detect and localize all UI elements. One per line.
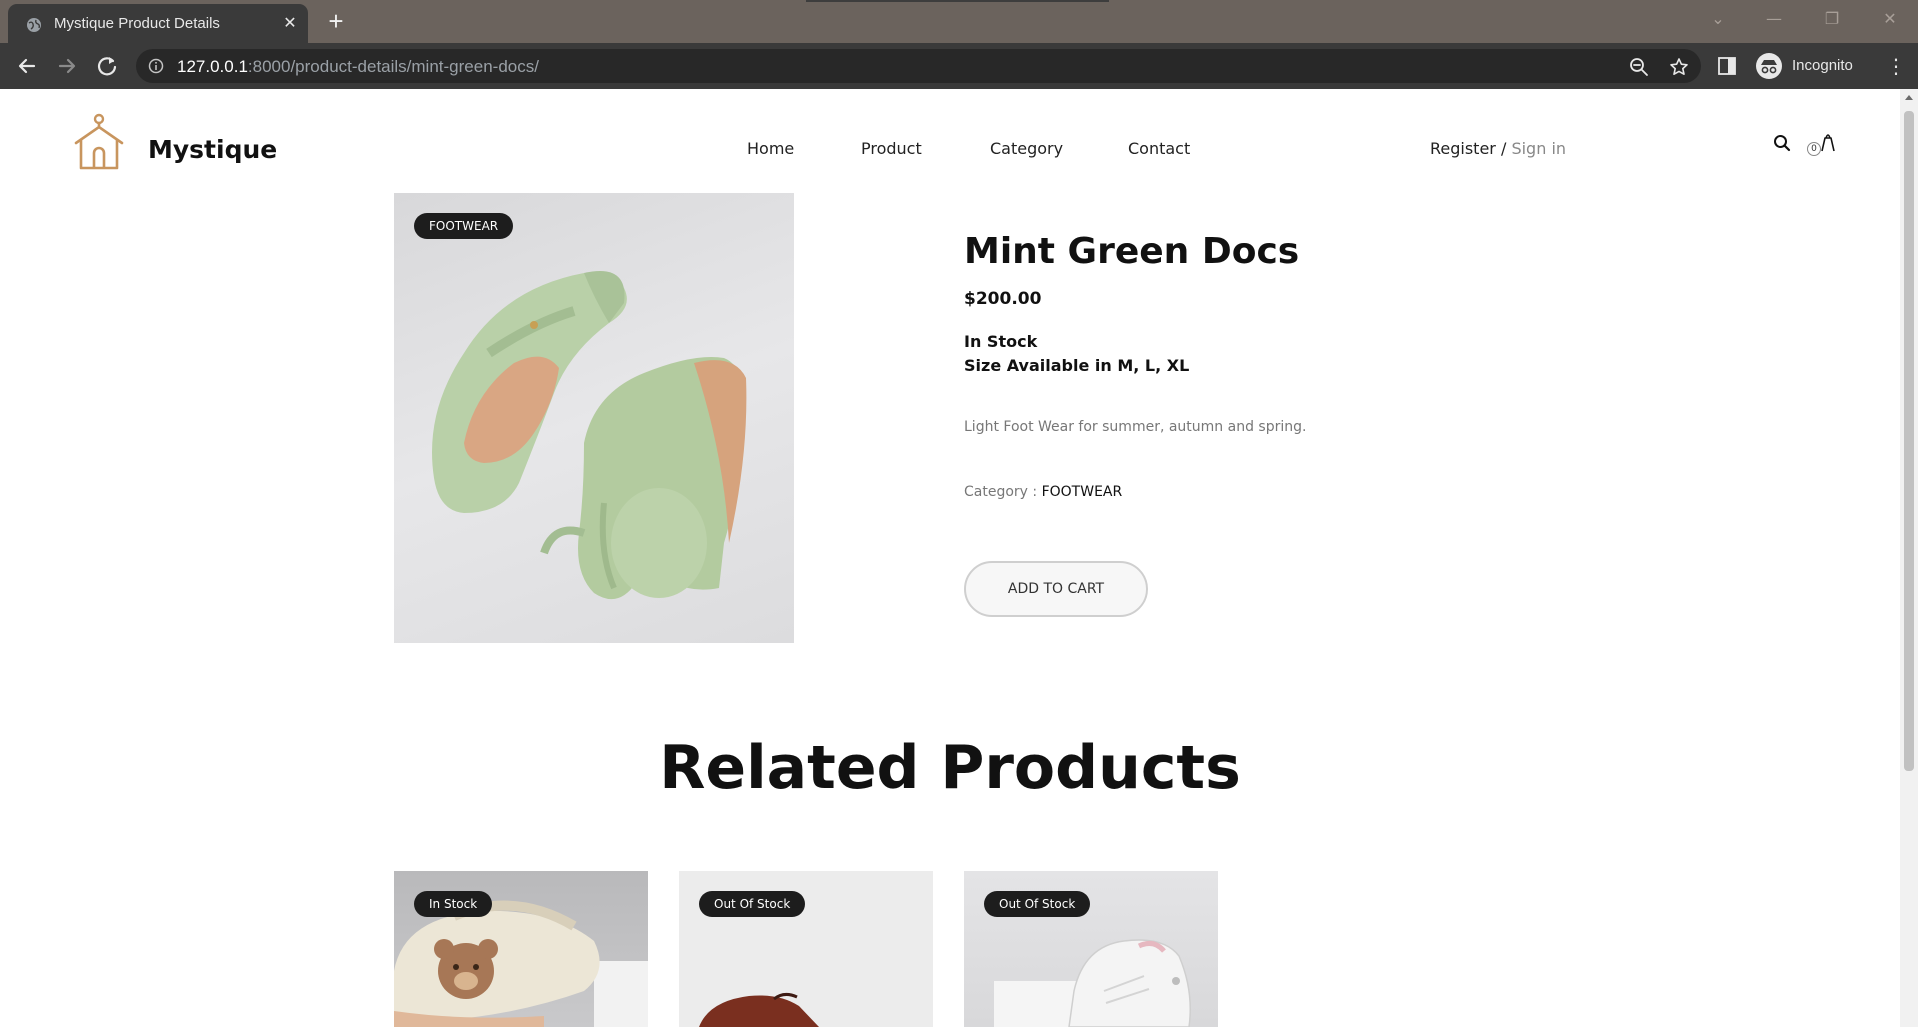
incognito-label: Incognito xyxy=(1792,57,1853,74)
hanger-house-logo-icon[interactable] xyxy=(72,113,126,171)
stock-badge: Out Of Stock xyxy=(699,891,806,917)
zoom-out-icon[interactable] xyxy=(1629,57,1649,77)
close-window-icon[interactable]: ✕ xyxy=(1873,6,1907,32)
url-path: :8000/product-details/mint-green-docs/ xyxy=(247,57,539,76)
nav-product[interactable]: Product xyxy=(861,139,922,158)
related-product-card[interactable]: Out Of Stock xyxy=(964,871,1218,1027)
url-host: 127.0.0.1 xyxy=(177,57,248,76)
mint-shoes-photo xyxy=(432,271,747,600)
web-page: Mystique Home Product Category Contact R… xyxy=(0,89,1900,1027)
nav-contact[interactable]: Contact xyxy=(1128,139,1190,158)
product-image: FOOTWEAR xyxy=(394,193,794,643)
incognito-icon xyxy=(1756,53,1782,79)
address-bar[interactable]: 127.0.0.1:8000/product-details/mint-gree… xyxy=(136,49,1701,83)
related-product-card[interactable]: Out Of Stock xyxy=(679,871,933,1027)
restore-icon[interactable]: ❐ xyxy=(1815,6,1849,32)
incognito-profile-button[interactable]: Incognito xyxy=(1752,48,1864,84)
globe-icon xyxy=(27,18,41,32)
add-to-cart-button[interactable]: ADD TO CART xyxy=(964,561,1148,617)
forward-icon[interactable] xyxy=(54,53,80,79)
related-product-card[interactable]: In Stock xyxy=(394,871,648,1027)
stock-badge: Out Of Stock xyxy=(984,891,1091,917)
related-products-heading: Related Products xyxy=(659,733,1241,803)
browser-tab-strip: Mystique Product Details ✕ + ⌄ — ❐ ✕ xyxy=(0,0,1918,43)
new-tab-icon[interactable]: + xyxy=(322,8,350,36)
scrollbar-thumb[interactable] xyxy=(1904,111,1914,771)
cart-count-badge: 0 xyxy=(1807,142,1821,156)
auth-links: Register / Sign in xyxy=(1430,139,1566,158)
nav-category[interactable]: Category xyxy=(990,139,1063,158)
product-category: Category : FOOTWEAR xyxy=(964,484,1122,500)
signin-link[interactable]: Sign in xyxy=(1511,139,1566,158)
site-info-icon[interactable] xyxy=(148,58,164,74)
register-link[interactable]: Register xyxy=(1430,139,1496,158)
category-value[interactable]: FOOTWEAR xyxy=(1042,484,1123,500)
minimize-icon[interactable]: — xyxy=(1757,6,1791,32)
scroll-up-arrow-icon[interactable] xyxy=(1905,95,1913,100)
stock-status: In Stock xyxy=(964,332,1038,351)
page-scrollbar[interactable] xyxy=(1900,89,1918,1027)
category-badge: FOOTWEAR xyxy=(414,213,514,239)
url-text[interactable]: 127.0.0.1:8000/product-details/mint-gree… xyxy=(177,57,539,77)
auth-separator: / xyxy=(1500,139,1507,158)
brand-name[interactable]: Mystique xyxy=(148,135,277,164)
side-panel-icon[interactable] xyxy=(1717,56,1737,76)
browser-tab[interactable]: Mystique Product Details ✕ xyxy=(8,4,308,43)
product-title: Mint Green Docs xyxy=(964,231,1300,272)
reload-icon[interactable] xyxy=(94,53,120,79)
close-tab-icon[interactable]: ✕ xyxy=(280,13,300,33)
tab-title: Mystique Product Details xyxy=(54,15,220,32)
browser-menu-icon[interactable]: ⋮ xyxy=(1886,53,1906,79)
nav-home[interactable]: Home xyxy=(747,139,794,158)
search-icon[interactable] xyxy=(1773,134,1791,152)
tab-search-icon[interactable]: ⌄ xyxy=(1701,6,1735,32)
back-icon[interactable] xyxy=(14,53,40,79)
product-description: Light Foot Wear for summer, autumn and s… xyxy=(964,419,1307,435)
available-sizes: Size Available in M, L, XL xyxy=(964,356,1190,375)
bookmark-star-icon[interactable] xyxy=(1669,57,1689,77)
category-label: Category : xyxy=(964,484,1038,500)
product-price: $200.00 xyxy=(964,289,1042,309)
tab-strip-accent xyxy=(806,0,1109,2)
browser-toolbar: 127.0.0.1:8000/product-details/mint-gree… xyxy=(0,43,1918,89)
stock-badge: In Stock xyxy=(414,891,493,917)
